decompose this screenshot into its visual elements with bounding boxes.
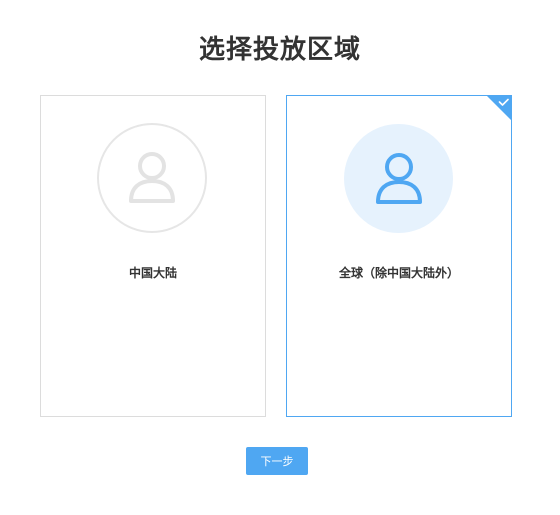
user-icon — [375, 152, 422, 204]
avatar — [344, 124, 453, 233]
next-step-button[interactable]: 下一步 — [246, 447, 308, 475]
region-card-label: 全球（除中国大陆外） — [338, 266, 459, 280]
user-icon — [129, 152, 175, 203]
page-title: 选择投放区域 — [198, 35, 361, 65]
region-card-china-mainland[interactable]: 中国大陆 — [40, 95, 266, 417]
page: 选择投放区域 中国大陆 全球（除中国大陆外） 下一步 — [0, 0, 560, 515]
region-card-label: 中国大陆 — [128, 266, 177, 280]
region-card-global[interactable]: 全球（除中国大陆外） — [286, 95, 512, 417]
checkmark-icon — [487, 96, 511, 120]
avatar — [97, 123, 207, 233]
